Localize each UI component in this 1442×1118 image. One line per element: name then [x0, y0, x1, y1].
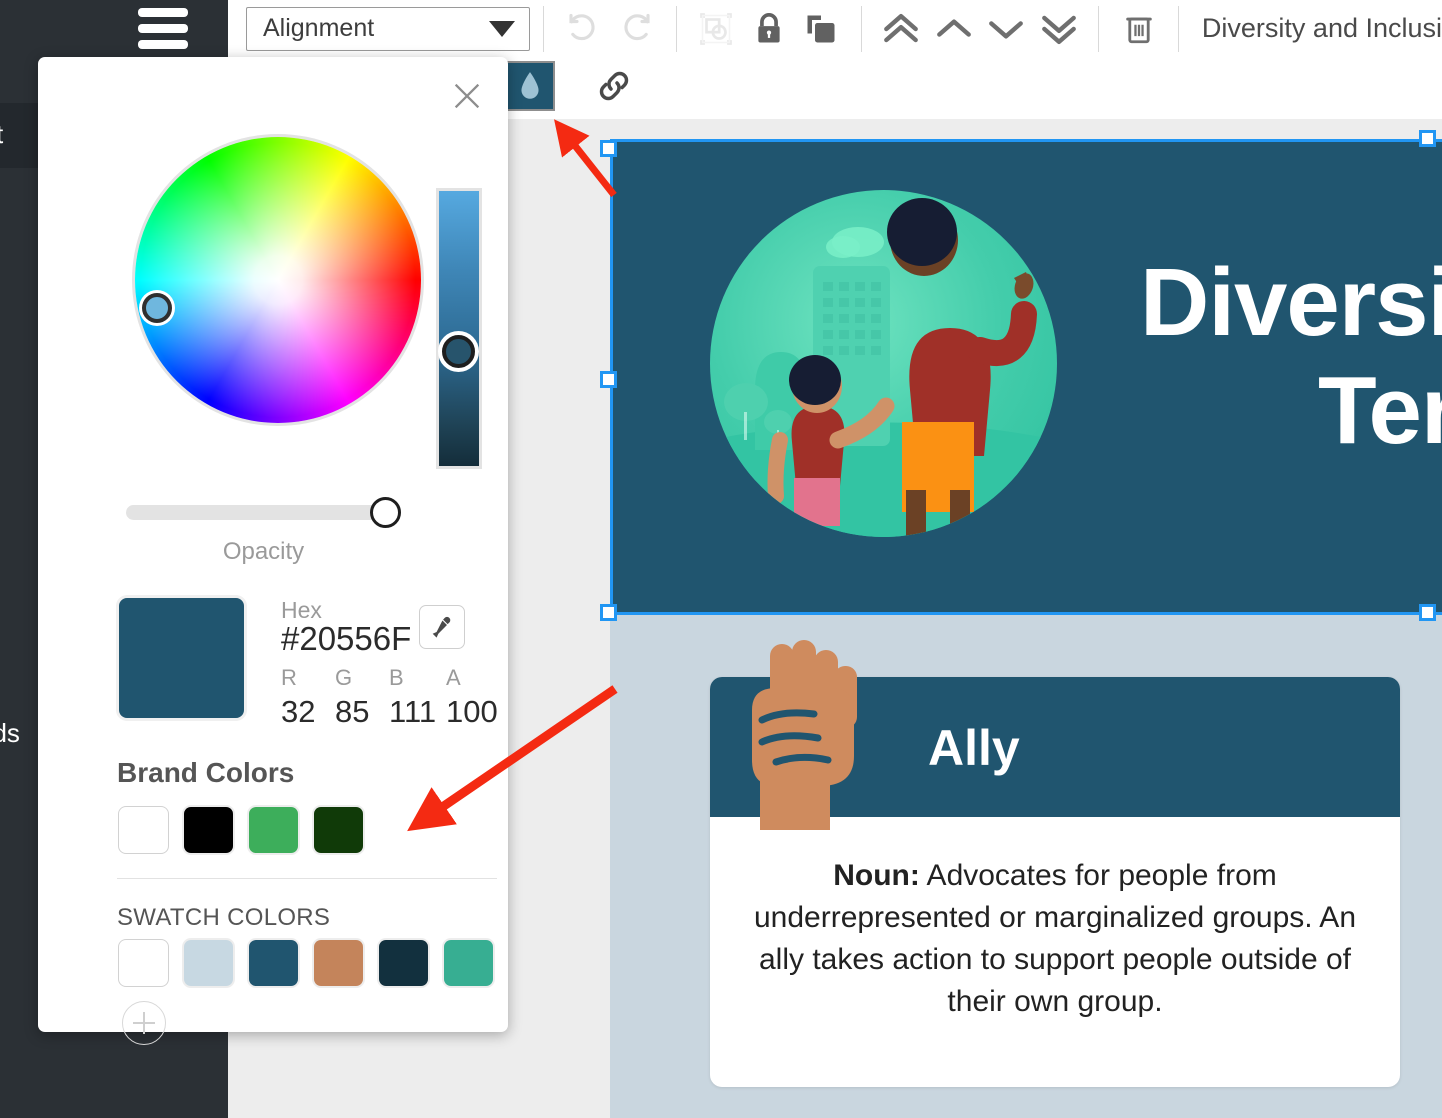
- brand-colors-row: [119, 807, 363, 853]
- selection-handle-bottom-left[interactable]: [600, 604, 617, 621]
- swatch-color[interactable]: [314, 940, 363, 986]
- brightness-slider-handle[interactable]: [442, 335, 475, 368]
- swatch-color[interactable]: [249, 940, 298, 986]
- color-wheel-handle[interactable]: [142, 293, 172, 323]
- eyedropper-button[interactable]: [419, 605, 465, 649]
- brand-color-swatch[interactable]: [314, 807, 363, 853]
- swatch-color[interactable]: [184, 940, 233, 986]
- opacity-slider[interactable]: [126, 505, 401, 520]
- raised-fist-icon: [736, 640, 871, 830]
- send-backward-icon: [989, 20, 1024, 39]
- channel-b-value[interactable]: 111: [389, 694, 445, 730]
- banner-title: Diversi Ter: [1140, 249, 1442, 464]
- color-picker-panel[interactable]: Opacity Hex #20556F R 32 G 85 B 111 A 10…: [38, 57, 508, 1045]
- trash-icon: [1125, 17, 1152, 43]
- ally-card-title: Ally: [928, 720, 1020, 776]
- bring-to-front-button[interactable]: [875, 4, 928, 54]
- lock-icon: [757, 12, 780, 42]
- ally-card-body: Noun: Advocates for people from underrep…: [748, 855, 1362, 1023]
- bring-to-front-icon: [884, 13, 918, 42]
- toolbar-divider: [675, 5, 677, 52]
- fill-color-button[interactable]: [505, 61, 555, 111]
- toolbar-divider: [1177, 5, 1179, 52]
- bring-forward-icon: [936, 18, 971, 37]
- selection-handle-bottom-right[interactable]: [1419, 604, 1436, 621]
- droplet-icon: [521, 72, 539, 99]
- channel-a: A 100: [446, 665, 502, 730]
- brand-color-swatch[interactable]: [119, 807, 168, 853]
- send-to-back-icon: [1042, 15, 1076, 44]
- channel-b-label: B: [389, 665, 404, 690]
- panel-divider: [117, 878, 497, 879]
- swatch-colors-title: SWATCH COLORS: [117, 904, 331, 931]
- swatch-color[interactable]: [119, 940, 168, 986]
- opacity-label: Opacity: [222, 538, 305, 565]
- swatch-colors-row: [119, 940, 493, 986]
- channel-r-value[interactable]: 32: [281, 694, 337, 730]
- color-wheel[interactable]: [135, 137, 421, 423]
- redo-icon: [624, 13, 650, 40]
- hex-value[interactable]: #20556F: [281, 620, 411, 658]
- send-to-back-button[interactable]: [1033, 4, 1086, 54]
- send-backward-button[interactable]: [980, 4, 1033, 54]
- delete-button[interactable]: [1112, 4, 1165, 54]
- opacity-slider-handle[interactable]: [370, 497, 401, 528]
- brand-colors-title: Brand Colors: [117, 757, 295, 788]
- sidebar-item-partial-top[interactable]: it: [0, 103, 40, 168]
- brightness-slider[interactable]: [439, 191, 479, 466]
- channel-a-label: A: [446, 665, 461, 690]
- sidebar-item-partial-bottom[interactable]: ads: [0, 718, 20, 749]
- duplicate-button[interactable]: [795, 4, 848, 54]
- top-toolbar: Alignment Diversity and Inclusi: [228, 0, 1442, 57]
- selection-handle-middle-left[interactable]: [600, 371, 617, 388]
- bring-forward-button[interactable]: [927, 4, 980, 54]
- selection-handle-top-right[interactable]: [1419, 130, 1436, 147]
- swatch-color[interactable]: [444, 940, 493, 986]
- brand-color-swatch[interactable]: [184, 807, 233, 853]
- sidebar-header: [0, 0, 228, 57]
- banner-title-line1: Diversi: [1140, 249, 1442, 356]
- banner-title-line2: Ter: [1318, 356, 1442, 464]
- redo-button[interactable]: [610, 4, 663, 54]
- toolbar-divider: [543, 5, 545, 52]
- add-swatch-button[interactable]: [122, 1001, 166, 1045]
- alignment-select[interactable]: Alignment: [246, 6, 531, 51]
- channel-g: G 85: [335, 665, 391, 730]
- alignment-select-label: Alignment: [263, 14, 375, 42]
- ally-card-body-bold: Noun:: [833, 859, 920, 892]
- hamburger-menu-icon[interactable]: [138, 8, 188, 49]
- ally-card[interactable]: Ally Noun: Advocates for people from und…: [710, 640, 1400, 1087]
- close-icon: [454, 83, 480, 109]
- channel-r-label: R: [281, 665, 297, 690]
- swatch-color[interactable]: [379, 940, 428, 986]
- document-title[interactable]: Diversity and Inclusi: [1202, 13, 1442, 44]
- channel-b: B 111: [389, 665, 445, 730]
- brand-color-swatch[interactable]: [249, 807, 298, 853]
- illustration-adult-and-child-icon: [710, 190, 1057, 537]
- chevron-down-icon: [489, 20, 516, 37]
- group-objects-icon: [699, 12, 732, 45]
- selection-handle-top-left[interactable]: [600, 140, 617, 157]
- link-icon: [599, 71, 629, 101]
- lock-button[interactable]: [742, 4, 795, 54]
- channel-g-value[interactable]: 85: [335, 694, 391, 730]
- banner-block[interactable]: Diversi Ter: [612, 141, 1442, 612]
- link-button[interactable]: [591, 65, 637, 107]
- group-objects-button[interactable]: [689, 4, 742, 54]
- toolbar-divider: [1098, 5, 1100, 52]
- selected-color-preview: [119, 598, 244, 718]
- close-button[interactable]: [450, 79, 484, 113]
- undo-button[interactable]: [557, 4, 610, 54]
- eyedropper-icon: [432, 616, 451, 638]
- canvas-top-strip: [610, 119, 1442, 141]
- toolbar-divider: [860, 5, 862, 52]
- duplicate-icon: [807, 15, 835, 42]
- channel-a-value[interactable]: 100: [446, 694, 502, 730]
- undo-icon: [569, 13, 596, 40]
- channel-g-label: G: [335, 665, 353, 690]
- channel-r: R 32: [281, 665, 337, 730]
